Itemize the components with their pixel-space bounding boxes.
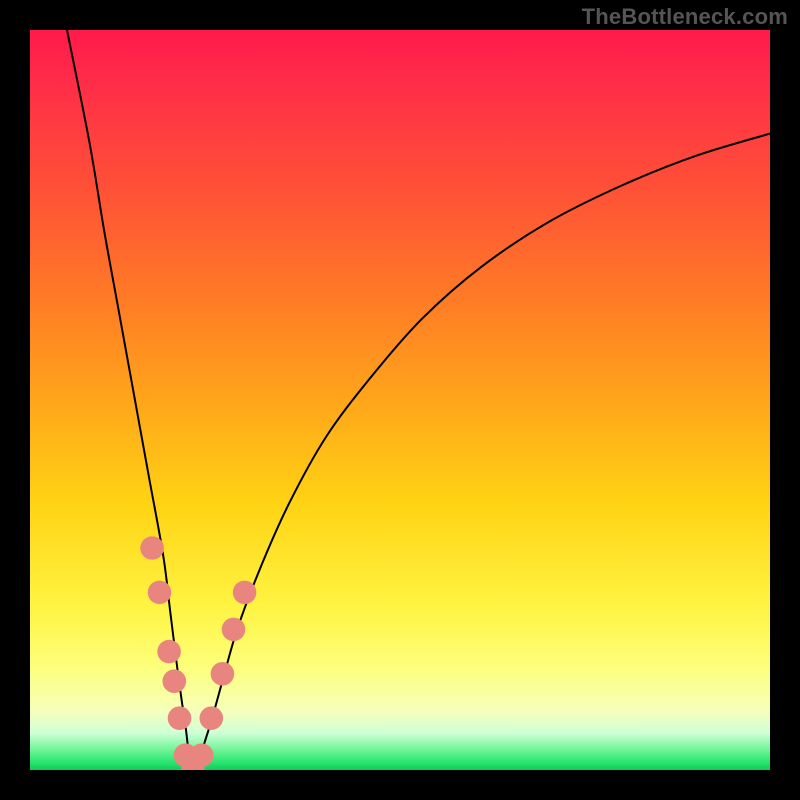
- pt-right-1: [200, 706, 224, 730]
- curve-layer: [30, 30, 770, 770]
- pt-left-5: [168, 706, 192, 730]
- plot-area: [30, 30, 770, 770]
- chart-stage: TheBottleneck.com: [0, 0, 800, 800]
- pt-left-2: [148, 581, 172, 605]
- pt-right-3: [222, 618, 246, 642]
- pt-left-4: [163, 669, 187, 693]
- watermark-text: TheBottleneck.com: [582, 4, 788, 30]
- pt-left-3: [157, 640, 181, 664]
- sample-points: [140, 536, 256, 770]
- pt-bottom-3: [190, 743, 214, 767]
- pt-left-1: [140, 536, 164, 560]
- pt-right-2: [211, 662, 235, 686]
- pt-right-4: [233, 581, 257, 605]
